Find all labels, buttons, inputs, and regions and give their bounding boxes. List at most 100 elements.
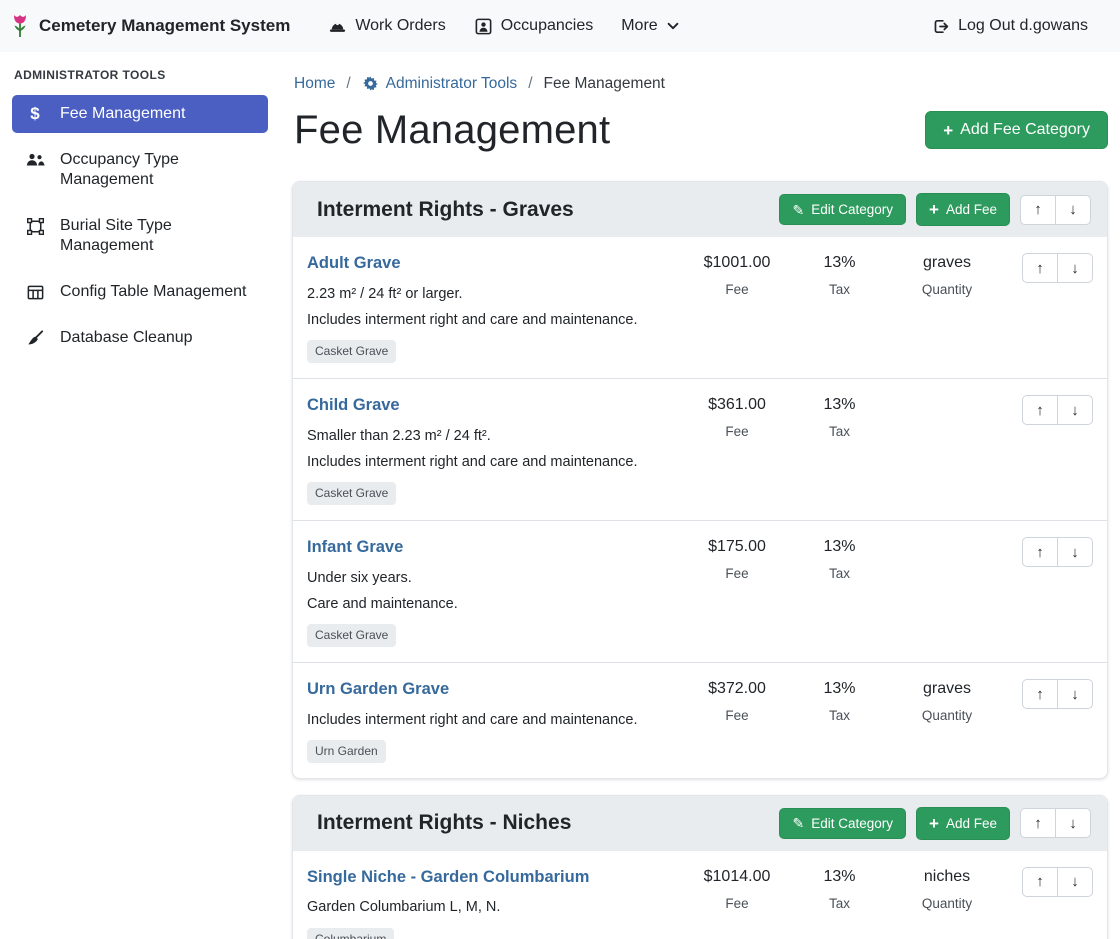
fee-description: Includes interment right and care and ma… (307, 711, 674, 729)
move-fee-up-button[interactable]: ↑ (1022, 537, 1058, 567)
arrow-up-icon: ↑ (1036, 260, 1044, 277)
plus-icon: + (929, 201, 939, 218)
edit-category-label: Edit Category (811, 816, 893, 831)
arrow-down-icon: ↓ (1071, 544, 1079, 561)
sidebar-item-label: Occupancy Type Management (60, 150, 256, 190)
fee-name-link[interactable]: Infant Grave (307, 537, 403, 558)
move-fee-down-button[interactable]: ↓ (1057, 867, 1093, 897)
nav-more-label: More (621, 16, 657, 36)
fee-tax: 13% (792, 395, 887, 415)
fee-amount: $1014.00 (682, 867, 792, 887)
move-category-down-button[interactable]: ↓ (1055, 195, 1091, 225)
arrow-up-icon: ↑ (1034, 201, 1042, 218)
fee-quantity-label: Quantity (887, 282, 1007, 299)
fee-amount-label: Fee (682, 424, 792, 441)
fee-categories: Interment Rights - Graves ✎ Edit Categor… (292, 181, 1108, 939)
move-fee-down-button[interactable]: ↓ (1057, 537, 1093, 567)
fee-type-badge: Casket Grave (307, 624, 396, 647)
sidebar-item-config-table-management[interactable]: Config Table Management (12, 273, 268, 311)
fee-info: Single Niche - Garden Columbarium Garden… (307, 867, 682, 939)
brand[interactable]: Cemetery Management System (10, 13, 290, 39)
fee-name-link[interactable]: Adult Grave (307, 253, 401, 274)
category-actions: ✎ Edit Category + Add Fee ↑ ↓ (779, 807, 1091, 840)
fee-amount-column: $361.00 Fee (682, 395, 792, 505)
move-fee-down-button[interactable]: ↓ (1057, 253, 1093, 283)
plot-frame-icon (24, 217, 46, 236)
fee-reorder-group: ↑ ↓ (1007, 679, 1093, 763)
fee-quantity-column: graves Quantity (887, 679, 1007, 763)
edit-category-button[interactable]: ✎ Edit Category (779, 808, 906, 839)
add-fee-category-button[interactable]: + Add Fee Category (925, 111, 1108, 149)
fee-quantity: graves (887, 253, 1007, 273)
fee-category-header: Interment Rights - Niches ✎ Edit Categor… (293, 796, 1107, 851)
sidebar-item-burial-site-type-management[interactable]: Burial Site Type Management (12, 207, 268, 265)
logout-link[interactable]: Log Out d.gowans (917, 8, 1102, 44)
fee-name-link[interactable]: Single Niche - Garden Columbarium (307, 867, 589, 888)
fee-tax-label: Tax (792, 566, 887, 583)
arrow-down-icon: ↓ (1069, 201, 1077, 218)
fee-row: Child Grave Smaller than 2.23 m² / 24 ft… (293, 378, 1107, 520)
move-fee-down-button[interactable]: ↓ (1057, 679, 1093, 709)
arrow-up-icon: ↑ (1036, 544, 1044, 561)
fee-tax-label: Tax (792, 896, 887, 913)
fee-tax: 13% (792, 679, 887, 699)
fee-tax-label: Tax (792, 708, 887, 725)
fee-name-link[interactable]: Urn Garden Grave (307, 679, 449, 700)
nav-work-orders[interactable]: Work Orders (314, 8, 459, 44)
move-fee-down-button[interactable]: ↓ (1057, 395, 1093, 425)
sidebar-item-occupancy-type-management[interactable]: Occupancy Type Management (12, 141, 268, 199)
category-actions: ✎ Edit Category + Add Fee ↑ ↓ (779, 193, 1091, 226)
page-header: Fee Management + Add Fee Category (294, 105, 1108, 155)
fee-amount: $175.00 (682, 537, 792, 557)
person-frame-icon (474, 17, 493, 36)
arrow-up-icon: ↑ (1034, 815, 1042, 832)
fee-amount-column: $372.00 Fee (682, 679, 792, 763)
breadcrumb-separator: / (346, 74, 350, 93)
sidebar: ADMINISTRATOR TOOLS $ Fee Management Occ… (0, 52, 280, 939)
move-fee-up-button[interactable]: ↑ (1022, 253, 1058, 283)
fee-row: Adult Grave 2.23 m² / 24 ft² or larger. … (293, 237, 1107, 378)
sidebar-item-fee-management[interactable]: $ Fee Management (12, 95, 268, 133)
move-fee-up-button[interactable]: ↑ (1022, 395, 1058, 425)
fee-quantity: graves (887, 679, 1007, 699)
fee-description: Includes interment right and care and ma… (307, 311, 674, 329)
fee-info: Child Grave Smaller than 2.23 m² / 24 ft… (307, 395, 682, 505)
fee-amount: $1001.00 (682, 253, 792, 273)
plus-icon: + (929, 815, 939, 832)
nav-occupancies[interactable]: Occupancies (460, 8, 608, 44)
add-fee-button[interactable]: + Add Fee (916, 193, 1010, 226)
hard-hat-icon (328, 17, 347, 36)
add-fee-button[interactable]: + Add Fee (916, 807, 1010, 840)
fee-tax-column: 13% Tax (792, 679, 887, 763)
fee-row: Infant Grave Under six years. Care and m… (293, 520, 1107, 662)
brand-title: Cemetery Management System (39, 15, 290, 36)
move-category-up-button[interactable]: ↑ (1020, 808, 1056, 838)
fee-reorder-group: ↑ ↓ (1007, 867, 1093, 939)
category-reorder-group: ↑ ↓ (1020, 808, 1091, 838)
tulip-logo-icon (10, 13, 30, 39)
chevron-down-icon (666, 19, 680, 33)
nav-more[interactable]: More (607, 8, 693, 44)
move-category-up-button[interactable]: ↑ (1020, 195, 1056, 225)
fee-name-link[interactable]: Child Grave (307, 395, 400, 416)
fee-list: Single Niche - Garden Columbarium Garden… (293, 851, 1107, 939)
move-category-down-button[interactable]: ↓ (1055, 808, 1091, 838)
breadcrumb-home-link[interactable]: Home (294, 74, 335, 93)
category-reorder-group: ↑ ↓ (1020, 195, 1091, 225)
fee-tax: 13% (792, 537, 887, 557)
edit-category-label: Edit Category (811, 202, 893, 217)
people-icon (24, 151, 46, 169)
fee-category-card: Interment Rights - Niches ✎ Edit Categor… (292, 795, 1108, 939)
fee-reorder-group: ↑ ↓ (1007, 395, 1093, 505)
sidebar-item-database-cleanup[interactable]: Database Cleanup (12, 319, 268, 357)
sidebar-item-label: Config Table Management (60, 282, 247, 302)
breadcrumb-admin-tools-link[interactable]: Administrator Tools (362, 74, 518, 93)
move-fee-up-button[interactable]: ↑ (1022, 867, 1058, 897)
dollar-icon: $ (24, 105, 46, 124)
gear-icon (362, 75, 379, 92)
edit-category-button[interactable]: ✎ Edit Category (779, 194, 906, 225)
fee-amount-column: $1014.00 Fee (682, 867, 792, 939)
move-fee-up-button[interactable]: ↑ (1022, 679, 1058, 709)
fee-description: Smaller than 2.23 m² / 24 ft². (307, 427, 674, 445)
arrow-down-icon: ↓ (1071, 402, 1079, 419)
